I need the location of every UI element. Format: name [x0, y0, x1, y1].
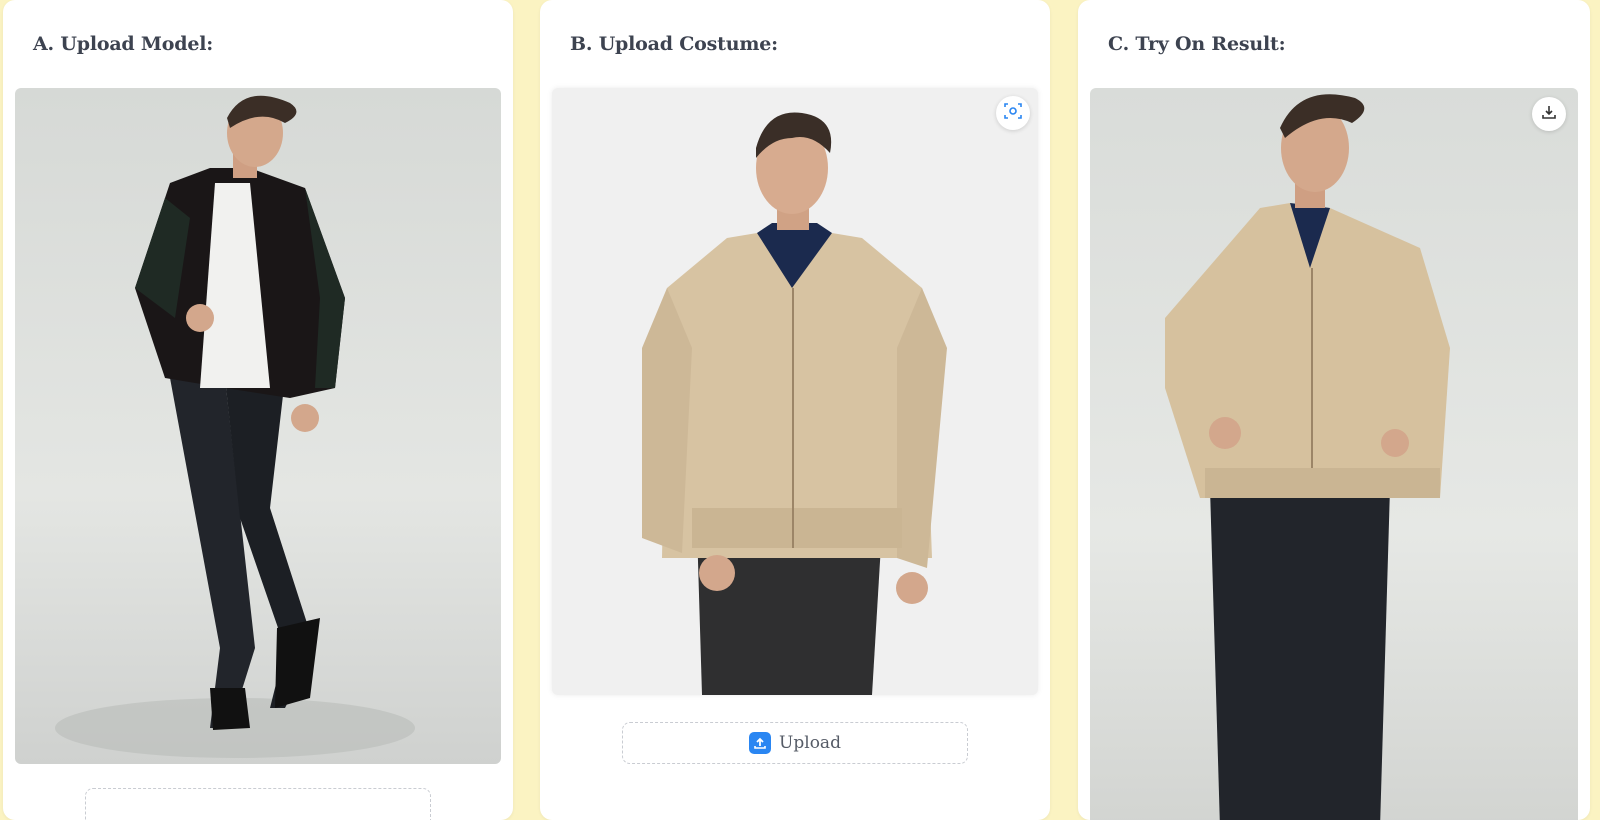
model-figure	[55, 95, 415, 758]
upload-costume-title: B. Upload Costume:	[570, 33, 778, 55]
download-button[interactable]	[1532, 97, 1566, 131]
download-icon	[1541, 104, 1557, 124]
model-image[interactable]	[15, 88, 501, 764]
scan-button[interactable]	[996, 96, 1030, 130]
costume-figure	[642, 112, 947, 695]
upload-model-panel: A. Upload Model:	[3, 0, 513, 820]
upload-icon	[749, 732, 772, 754]
scan-icon	[1004, 102, 1022, 124]
result-image[interactable]	[1090, 88, 1578, 820]
costume-upload-label: Upload	[779, 733, 841, 753]
result-figure	[1165, 94, 1450, 820]
upload-model-title: A. Upload Model:	[33, 33, 214, 55]
try-on-result-panel: C. Try On Result:	[1078, 0, 1590, 820]
upload-costume-panel: B. Upload Costume: Upload	[540, 0, 1050, 820]
try-on-result-title: C. Try On Result:	[1108, 33, 1286, 55]
costume-image[interactable]	[552, 88, 1038, 695]
costume-upload-button[interactable]: Upload	[622, 722, 968, 764]
model-upload-button[interactable]	[85, 788, 431, 820]
